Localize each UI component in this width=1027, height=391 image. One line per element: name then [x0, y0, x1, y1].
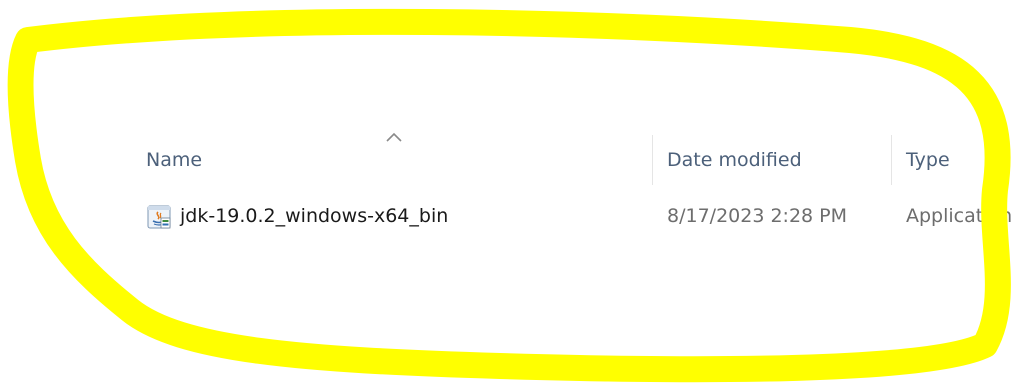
file-explorer-details-view: Name Date modified Type jdk-19.0.2_windo… — [0, 0, 1027, 391]
column-header-name[interactable]: Name — [146, 148, 202, 172]
file-name: jdk-19.0.2_windows-x64_bin — [180, 205, 449, 227]
file-date-modified: 8/17/2023 2:28 PM — [667, 205, 848, 227]
column-divider[interactable] — [891, 135, 892, 185]
file-row[interactable]: jdk-19.0.2_windows-x64_bin 8/17/2023 2:2… — [140, 198, 1027, 234]
java-installer-icon — [147, 205, 171, 229]
file-type: Application — [906, 205, 1013, 227]
column-divider[interactable] — [652, 135, 653, 185]
column-header-type[interactable]: Type — [906, 148, 950, 172]
chevron-up-icon — [386, 132, 402, 142]
column-header-date-modified[interactable]: Date modified — [667, 148, 802, 172]
